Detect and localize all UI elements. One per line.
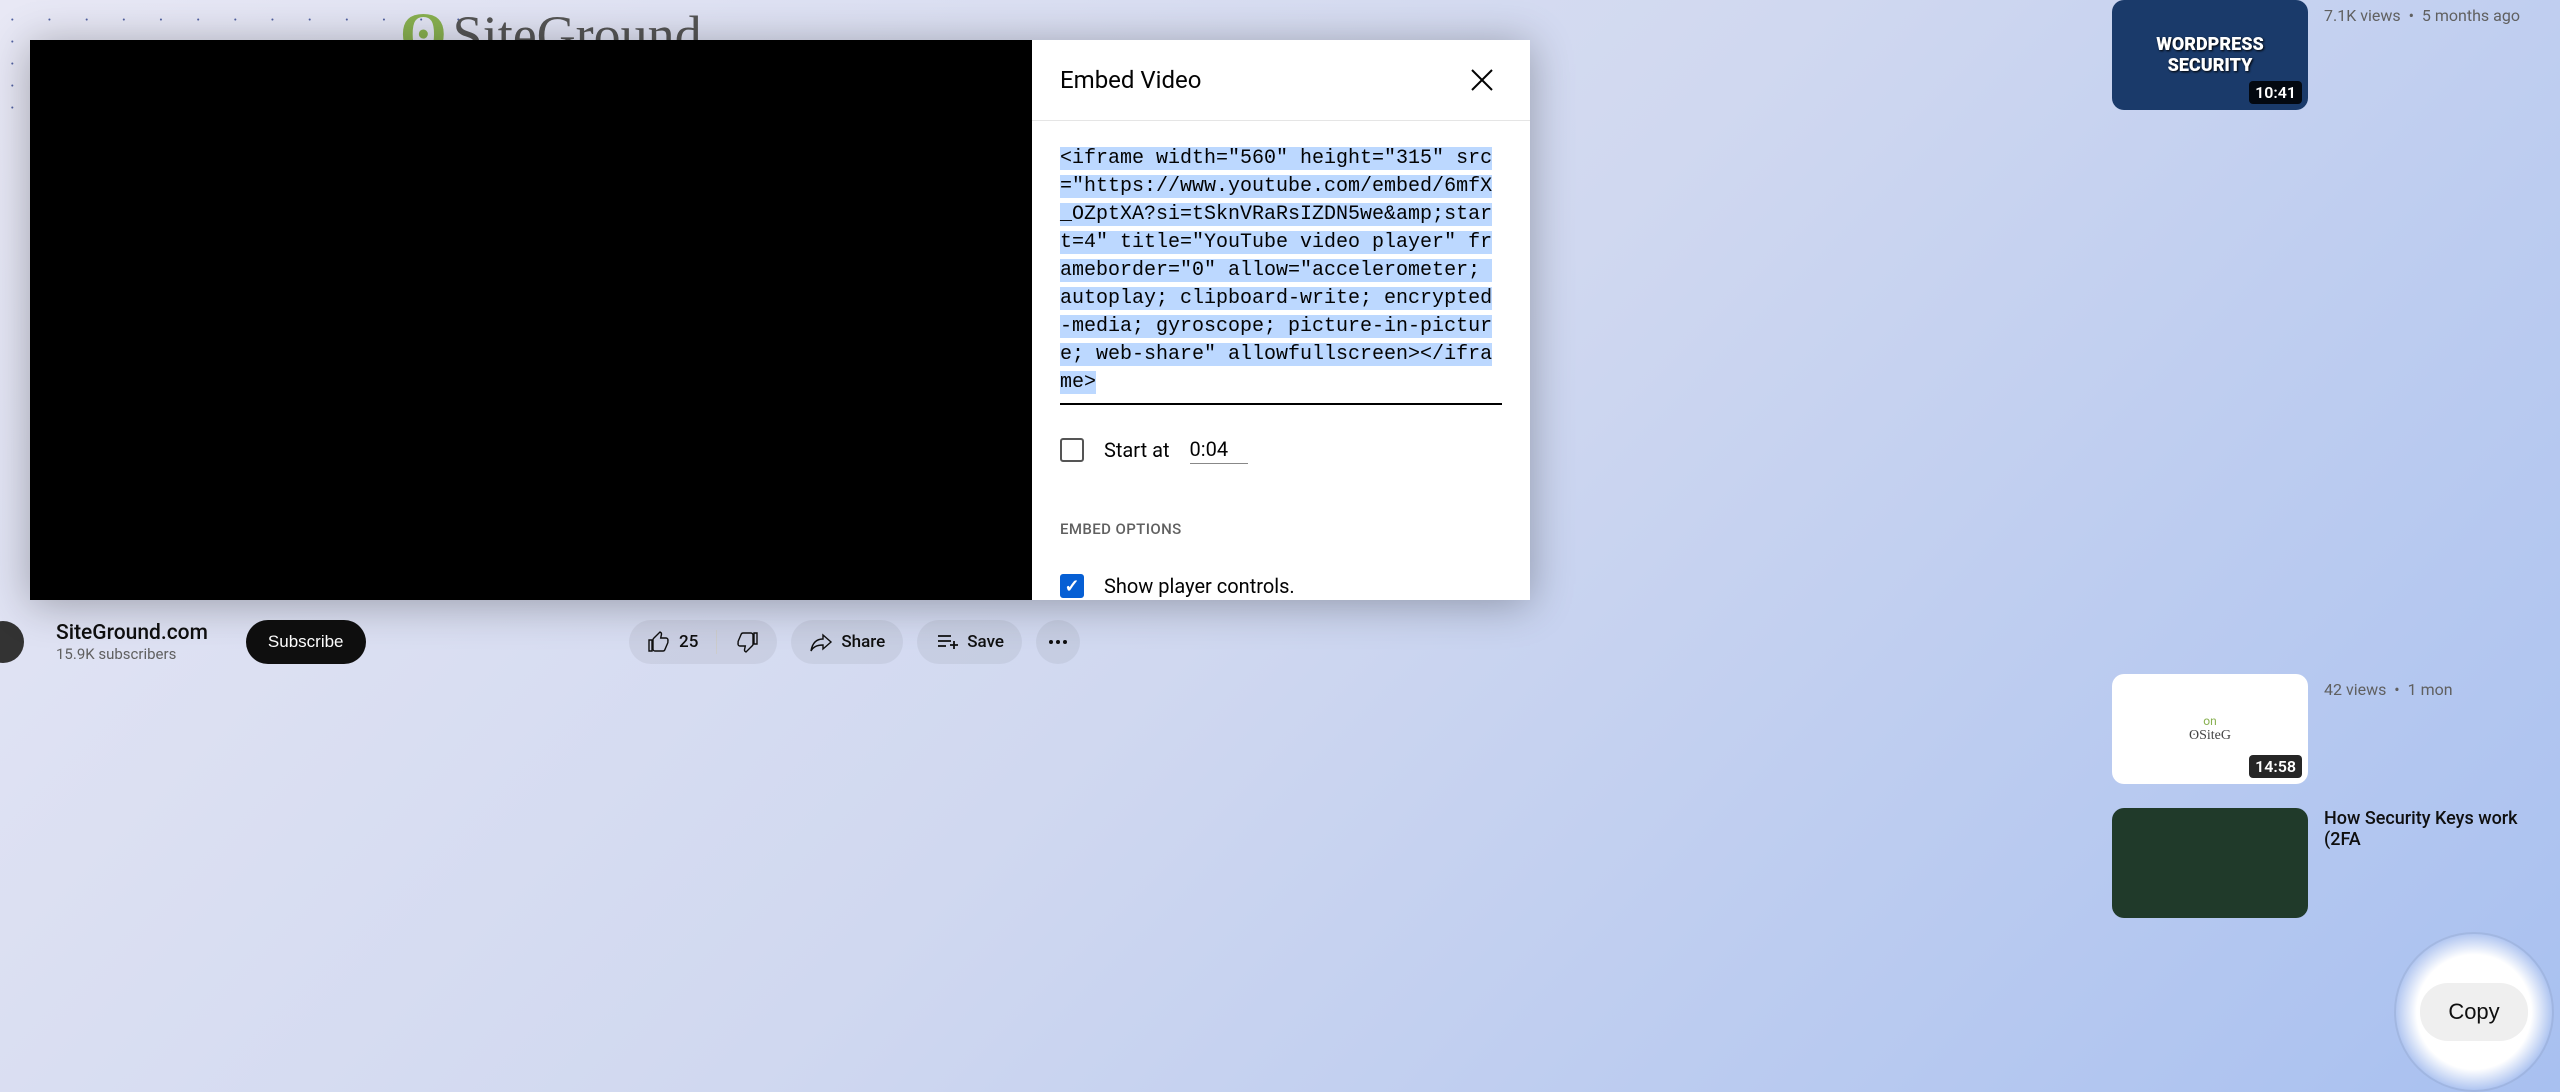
modal-body: <iframe width="560" height="315" src="ht… <box>1032 121 1530 600</box>
channel-row: SiteGround.com 15.9K subscribers Subscri… <box>0 620 1080 664</box>
suggested-video[interactable]: on ʘSiteG 14:58 42 views • 1 mon <box>2100 674 2560 784</box>
suggested-video[interactable]: WORDPRESS SECURITY 10:41 7.1K views • 5 … <box>2100 0 2560 110</box>
suggested-title: How Security Keys work (2FA <box>2324 808 2548 918</box>
channel-name[interactable]: SiteGround.com <box>56 621 208 645</box>
thumb-up-icon <box>647 630 671 654</box>
start-at-label: Start at <box>1104 438 1170 462</box>
video-info-bar: SiteGround.com 15.9K subscribers Subscri… <box>0 600 1080 684</box>
duration-badge: 14:58 <box>2249 755 2302 778</box>
show-controls-checkbox[interactable] <box>1060 574 1084 598</box>
embed-modal: Embed Video <iframe width="560" height="… <box>30 40 1530 600</box>
start-at-row: Start at <box>1060 435 1502 464</box>
suggested-meta: 7.1K views • 5 months ago <box>2324 0 2548 110</box>
modal-title: Embed Video <box>1060 66 1201 94</box>
start-at-input[interactable] <box>1190 435 1248 464</box>
duration-badge: 10:41 <box>2249 81 2302 104</box>
video-thumbnail[interactable] <box>2112 808 2308 918</box>
share-label: Share <box>841 632 885 652</box>
save-label: Save <box>967 632 1004 652</box>
suggested-video[interactable]: How Security Keys work (2FA <box>2100 808 2560 918</box>
share-button[interactable]: Share <box>791 620 903 664</box>
view-count: 7.1K views <box>2324 6 2401 25</box>
embed-panel: Embed Video <iframe width="560" height="… <box>1032 40 1530 600</box>
embed-code-textarea[interactable]: <iframe width="560" height="315" src="ht… <box>1060 145 1502 405</box>
upload-age: 5 months ago <box>2422 6 2520 25</box>
like-button[interactable]: 25 <box>629 620 716 664</box>
video-thumbnail[interactable]: on ʘSiteG 14:58 <box>2112 674 2308 784</box>
thumbnail-brand: ʘSiteG <box>2189 728 2231 744</box>
close-button[interactable] <box>1462 60 1502 100</box>
suggested-meta: 42 views • 1 mon <box>2324 674 2548 784</box>
copy-button[interactable]: Copy <box>2420 983 2527 1041</box>
thumbnail-caption: WORDPRESS SECURITY <box>2112 34 2308 76</box>
embed-options-header: EMBED OPTIONS <box>1060 520 1502 538</box>
close-icon <box>1467 65 1497 95</box>
dislike-button[interactable] <box>717 620 777 664</box>
show-controls-label: Show player controls. <box>1104 574 1295 598</box>
more-actions-button[interactable] <box>1036 620 1080 664</box>
view-count: 42 views <box>2324 680 2386 699</box>
share-icon <box>809 630 833 654</box>
upload-age: 1 mon <box>2408 680 2453 699</box>
like-dislike-pill: 25 <box>629 620 777 664</box>
like-count: 25 <box>679 632 698 652</box>
modal-header: Embed Video <box>1032 40 1530 121</box>
start-at-checkbox[interactable] <box>1060 438 1084 462</box>
video-preview[interactable] <box>30 40 1032 600</box>
save-button[interactable]: Save <box>917 620 1022 664</box>
copy-button-highlight: Copy <box>2396 934 2552 1090</box>
suggestions-column: WORDPRESS SECURITY 10:41 7.1K views • 5 … <box>2100 0 2560 1092</box>
video-thumbnail[interactable]: WORDPRESS SECURITY 10:41 <box>2112 0 2308 110</box>
channel-avatar[interactable] <box>0 621 24 663</box>
thumb-down-icon <box>735 630 759 654</box>
subscribe-button[interactable]: Subscribe <box>246 620 366 664</box>
show-controls-row: Show player controls. <box>1060 538 1502 600</box>
embed-code-text: <iframe width="560" height="315" src="ht… <box>1060 147 1492 394</box>
playlist-add-icon <box>935 630 959 654</box>
thumbnail-text: on <box>2203 714 2216 728</box>
action-buttons: 25 Share Save <box>629 620 1080 664</box>
subscriber-count: 15.9K subscribers <box>56 645 208 663</box>
ellipsis-icon <box>1046 630 1070 654</box>
